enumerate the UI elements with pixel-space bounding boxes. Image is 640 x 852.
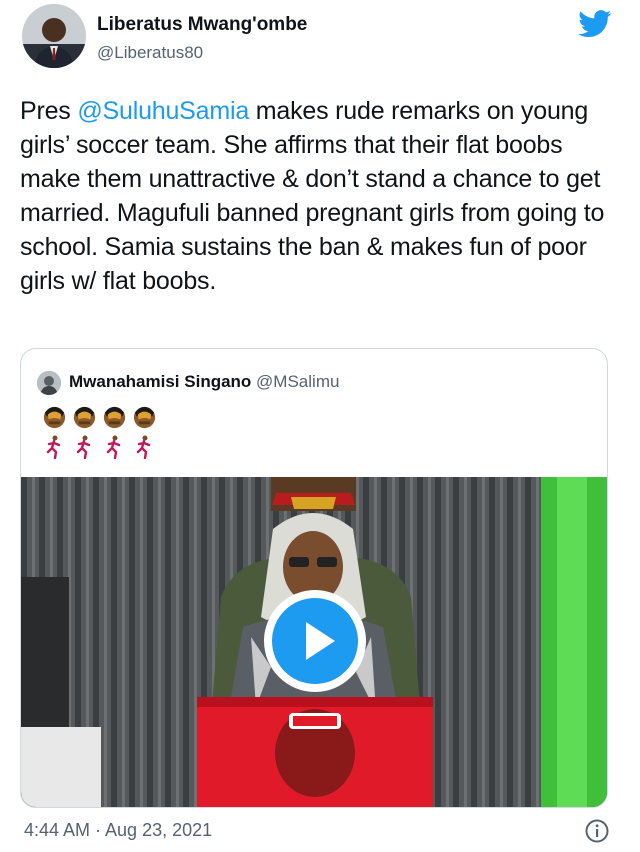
info-icon[interactable]: [584, 818, 610, 844]
face-palm-emoji: [133, 406, 156, 429]
play-button[interactable]: [264, 590, 366, 692]
video-player[interactable]: [21, 477, 607, 807]
quoted-author[interactable]: Mwanahamisi Singano @MSalimu: [69, 372, 339, 392]
tweet-text-start: Pres: [20, 97, 78, 125]
author-name[interactable]: Liberatus Mwang'ombe: [97, 14, 307, 36]
mention-link[interactable]: @SuluhuSamia: [77, 97, 249, 125]
quoted-author-avatar[interactable]: [37, 371, 61, 395]
quoted-author-handle[interactable]: @MSalimu: [256, 372, 339, 391]
face-palm-emoji: [103, 406, 126, 429]
author-handle[interactable]: @Liberatus80: [97, 43, 203, 63]
running-woman-emoji: [106, 435, 121, 459]
face-palm-emoji: [43, 406, 66, 429]
play-icon: [272, 598, 358, 684]
tweet-text-rest: makes rude remarks on young girls’ socce…: [20, 97, 605, 295]
quoted-author-name[interactable]: Mwanahamisi Singano: [69, 372, 251, 391]
face-palm-emoji-row: [41, 403, 158, 433]
running-woman-emoji-row: [43, 435, 155, 461]
author-avatar[interactable]: [22, 4, 86, 68]
tweet-timestamp[interactable]: 4:44 AM · Aug 23, 2021: [24, 820, 212, 841]
tweet-card: Liberatus Mwang'ombe @Liberatus80 Pres @…: [0, 0, 640, 852]
face-palm-emoji: [73, 406, 96, 429]
running-woman-emoji: [136, 435, 151, 459]
twitter-bird-icon[interactable]: [578, 10, 612, 38]
running-woman-emoji: [46, 435, 61, 459]
quoted-tweet[interactable]: Mwanahamisi Singano @MSalimu: [20, 348, 608, 808]
tweet-text: Pres @SuluhuSamia makes rude remarks on …: [20, 94, 620, 298]
running-woman-emoji: [76, 435, 91, 459]
